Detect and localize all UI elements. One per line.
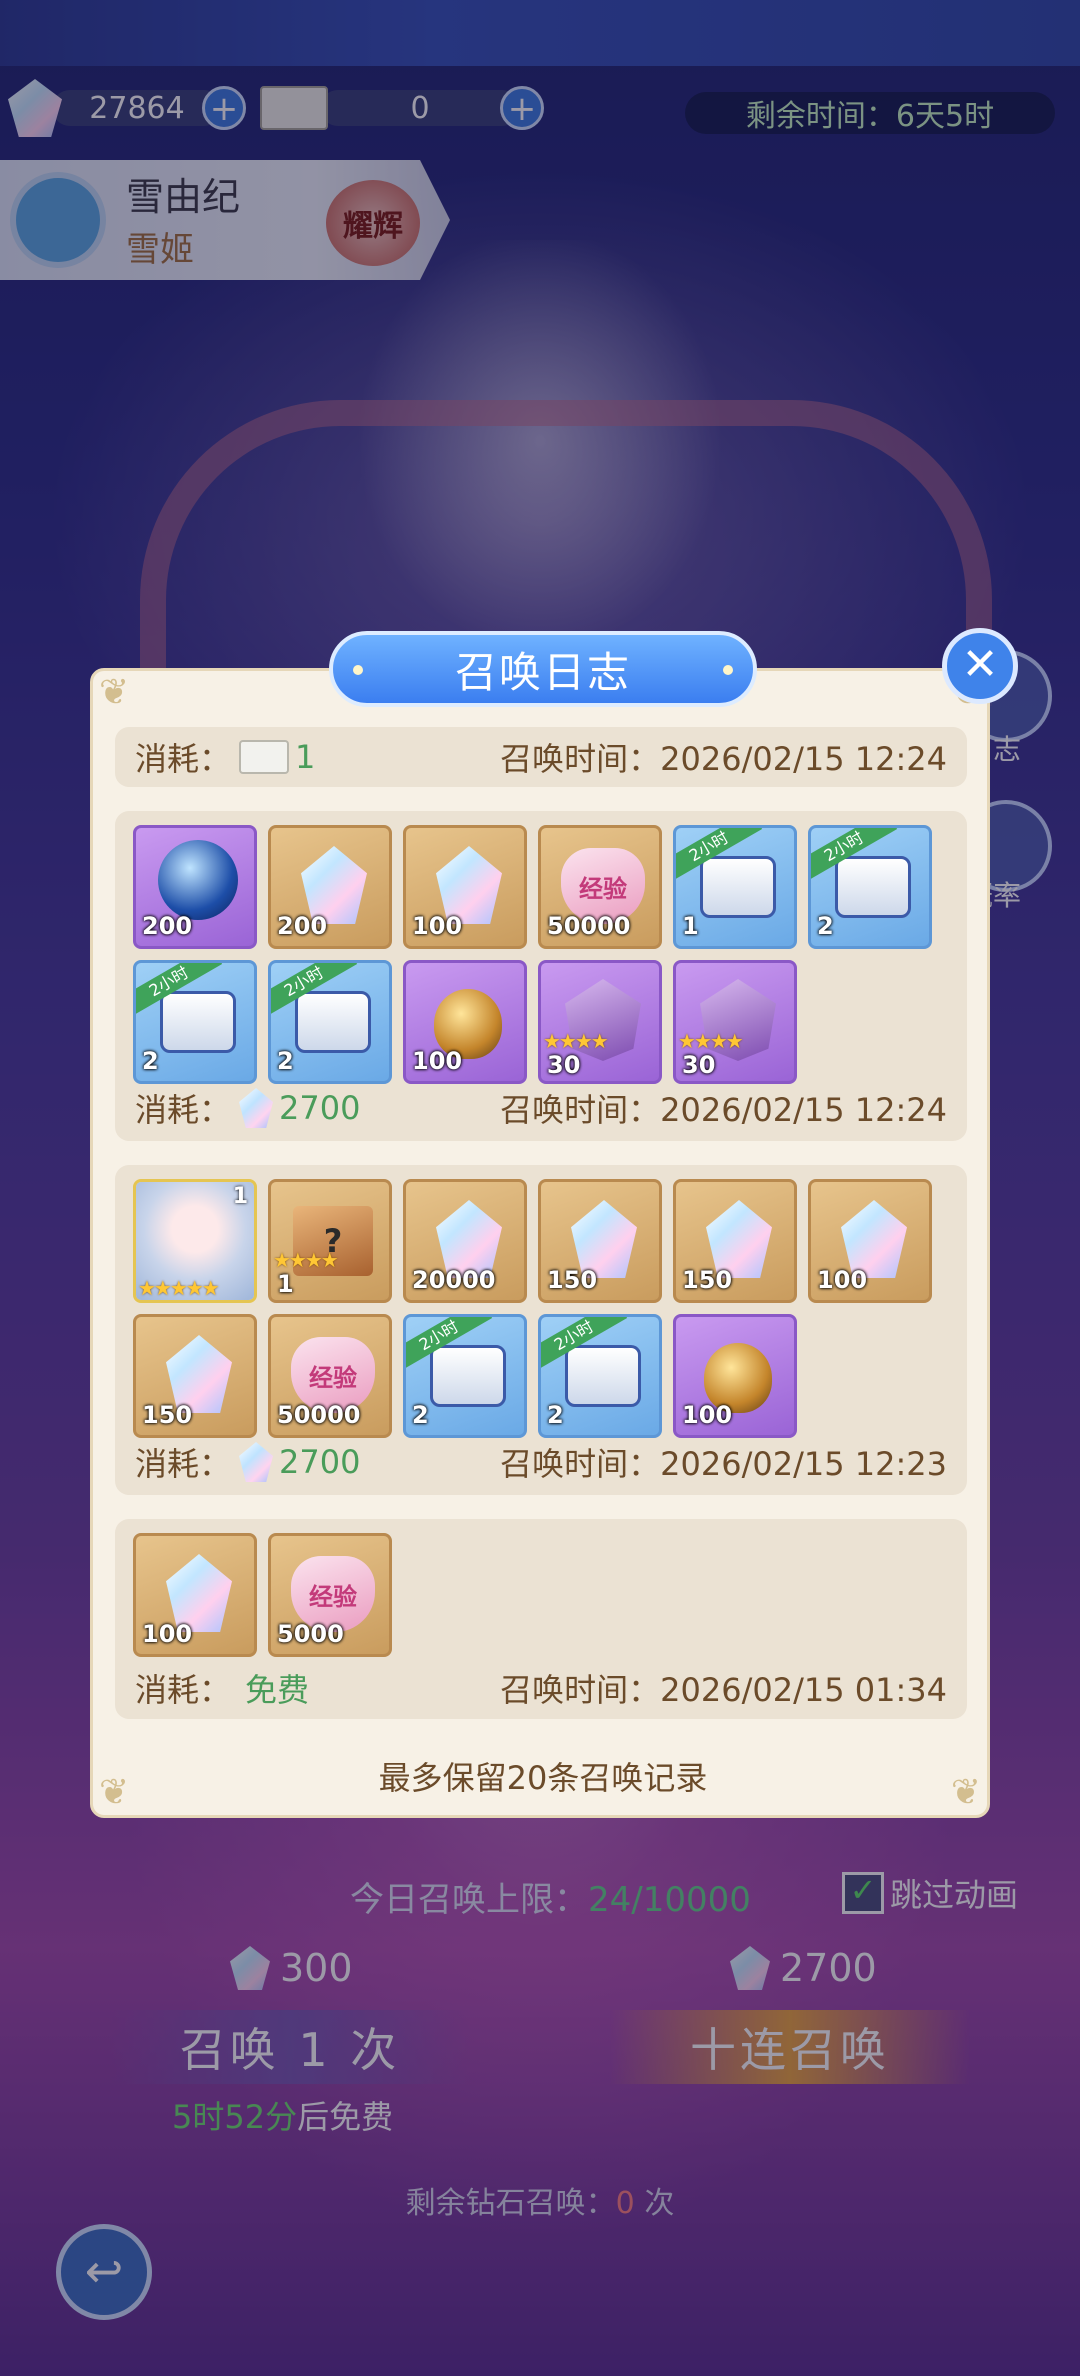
summon-log-dialog: ❦ ❦ ❦ ❦ 召唤日志 消耗： 1 召唤时间：2026/02/15 12:24… xyxy=(90,631,990,1818)
item-quantity: 2 xyxy=(817,912,834,940)
chest-icon xyxy=(835,856,911,918)
time-label: 召唤时间： xyxy=(500,1445,661,1483)
summon-time: 召唤时间：2026/02/15 12:23 xyxy=(500,1439,947,1485)
summon-time: 召唤时间：2026/02/15 12:24 xyxy=(500,734,947,780)
reward-item-gem[interactable]: 20000 xyxy=(403,1179,527,1303)
gem-icon xyxy=(239,1088,274,1128)
reward-item-gem[interactable]: 100 xyxy=(808,1179,932,1303)
ticket-icon xyxy=(239,740,290,774)
reward-item-gem[interactable]: 100 xyxy=(403,825,527,949)
item-quantity: 200 xyxy=(142,912,193,940)
item-quantity: 100 xyxy=(412,1047,463,1075)
reward-item-egg[interactable]: 100 xyxy=(403,960,527,1084)
time-value: 2026/02/15 12:23 xyxy=(660,1445,947,1483)
dialog-title-text: 召唤日志 xyxy=(454,647,631,697)
item-quantity: 100 xyxy=(142,1620,193,1648)
time-value: 2026/02/15 12:24 xyxy=(660,740,947,778)
chest-icon xyxy=(295,991,371,1053)
time-label: 召唤时间： xyxy=(500,1091,661,1129)
reward-item-exp-heart[interactable]: 经验 5000 xyxy=(268,1533,392,1657)
reward-item-chest[interactable]: 2小时 2 xyxy=(268,960,392,1084)
item-quantity: 20000 xyxy=(412,1266,496,1294)
corner-count: 1 xyxy=(232,1184,248,1209)
reward-item-chest[interactable]: 2小时 2 xyxy=(808,825,932,949)
star-rating: ★★★★ xyxy=(678,1029,744,1053)
log-record: 1 ★★★★★? ★★★★ 1 20000 150 150 100 150 经验 50000 2小时 2… xyxy=(115,1165,967,1495)
log-record: 消耗： 1 召唤时间：2026/02/15 12:24 xyxy=(115,727,967,787)
item-quantity: 2 xyxy=(412,1401,429,1429)
retention-note: 最多保留20条召唤记录 xyxy=(378,1759,708,1797)
gem-icon xyxy=(239,1442,274,1482)
reward-item-exp-heart[interactable]: 经验 50000 xyxy=(538,825,662,949)
chest-icon xyxy=(565,1345,641,1407)
star-rating: ★★★★ xyxy=(273,1248,339,1272)
item-quantity: 100 xyxy=(682,1401,733,1429)
reward-item-gem[interactable]: 150 xyxy=(538,1179,662,1303)
consume-label: 消耗： xyxy=(135,740,232,778)
star-rating: ★★★★★ xyxy=(138,1276,220,1300)
summon-time: 召唤时间：2026/02/15 12:24 xyxy=(500,1085,947,1131)
banner-dot-icon xyxy=(353,665,363,675)
reward-item-exp-heart[interactable]: 经验 50000 xyxy=(268,1314,392,1438)
item-quantity: 50000 xyxy=(547,912,631,940)
reward-item-chest[interactable]: 2小时 2 xyxy=(538,1314,662,1438)
item-quantity: 1 xyxy=(277,1270,294,1298)
star-rating: ★★★★ xyxy=(543,1029,609,1053)
summon-screen: { "resources": { "gems": "27864", "ticke… xyxy=(0,0,1080,2376)
item-quantity: 2 xyxy=(277,1047,294,1075)
item-quantity: 100 xyxy=(817,1266,868,1294)
record-cost-line: 消耗： 1 召唤时间：2026/02/15 12:24 xyxy=(135,732,947,782)
reward-item-gem[interactable]: 100 xyxy=(133,1533,257,1657)
time-value: 2026/02/15 12:24 xyxy=(660,1091,947,1129)
consume-value: 2700 xyxy=(279,1443,361,1481)
item-quantity: 150 xyxy=(547,1266,598,1294)
log-record: 200 200 100 经验 50000 2小时 1 2小时 2 2小时 2 2小时 2 100 ★★★★ 3… xyxy=(115,811,967,1141)
time-label: 召唤时间： xyxy=(500,1671,661,1709)
reward-item-hero-portrait[interactable]: 1 ★★★★★ xyxy=(133,1179,257,1303)
item-quantity: 30 xyxy=(682,1051,716,1079)
orb-icon xyxy=(158,840,238,920)
consume-label: 消耗： xyxy=(135,1445,232,1483)
reward-item-orb[interactable]: 200 xyxy=(133,825,257,949)
reward-item-chest[interactable]: 2小时 1 xyxy=(673,825,797,949)
reward-item-shard[interactable]: ★★★★ 30 xyxy=(673,960,797,1084)
consume-value: 1 xyxy=(295,738,316,776)
item-quantity: 150 xyxy=(682,1266,733,1294)
consume-label: 消耗： xyxy=(135,1671,232,1709)
item-quantity: 1 xyxy=(682,912,699,940)
reward-item-chest[interactable]: 2小时 2 xyxy=(403,1314,527,1438)
chest-icon xyxy=(430,1345,506,1407)
time-value: 2026/02/15 01:34 xyxy=(660,1671,947,1709)
chest-icon xyxy=(160,991,236,1053)
reward-item-egg[interactable]: 100 xyxy=(673,1314,797,1438)
record-cost-line: 消耗： 免费 召唤时间：2026/02/15 01:34 xyxy=(135,1663,947,1713)
record-cost-line: 消耗： 2700 召唤时间：2026/02/15 12:24 xyxy=(135,1083,947,1133)
corner-ornament-icon: ❦ xyxy=(99,672,130,713)
item-quantity: 50000 xyxy=(277,1401,361,1429)
consume-value: 免费 xyxy=(245,1671,310,1709)
record-cost-line: 消耗： 2700 召唤时间：2026/02/15 12:23 xyxy=(135,1437,947,1487)
dialog-title: 召唤日志 xyxy=(329,631,757,707)
item-quantity: 5000 xyxy=(277,1620,344,1648)
item-quantity: 150 xyxy=(142,1401,193,1429)
chest-icon xyxy=(700,856,776,918)
item-quantity: 200 xyxy=(277,912,328,940)
reward-item-shard[interactable]: ★★★★ 30 xyxy=(538,960,662,1084)
reward-item-mystery-box[interactable]: ? ★★★★ 1 xyxy=(268,1179,392,1303)
item-quantity: 100 xyxy=(412,912,463,940)
reward-item-chest[interactable]: 2小时 2 xyxy=(133,960,257,1084)
consume-label: 消耗： xyxy=(135,1091,232,1129)
reward-item-gem[interactable]: 200 xyxy=(268,825,392,949)
reward-item-gem[interactable]: 150 xyxy=(673,1179,797,1303)
item-quantity: 2 xyxy=(547,1401,564,1429)
summon-time: 召唤时间：2026/02/15 01:34 xyxy=(500,1665,947,1711)
log-record: 100 经验 5000 消耗： 免费 召唤时间：2026/02/15 01:34 xyxy=(115,1519,967,1719)
close-dialog-button[interactable]: ✕ xyxy=(942,628,1018,704)
item-quantity: 2 xyxy=(142,1047,159,1075)
consume-value: 2700 xyxy=(279,1089,361,1127)
reward-item-gem[interactable]: 150 xyxy=(133,1314,257,1438)
banner-dot-icon xyxy=(723,665,733,675)
time-label: 召唤时间： xyxy=(500,740,661,778)
item-quantity: 30 xyxy=(547,1051,581,1079)
